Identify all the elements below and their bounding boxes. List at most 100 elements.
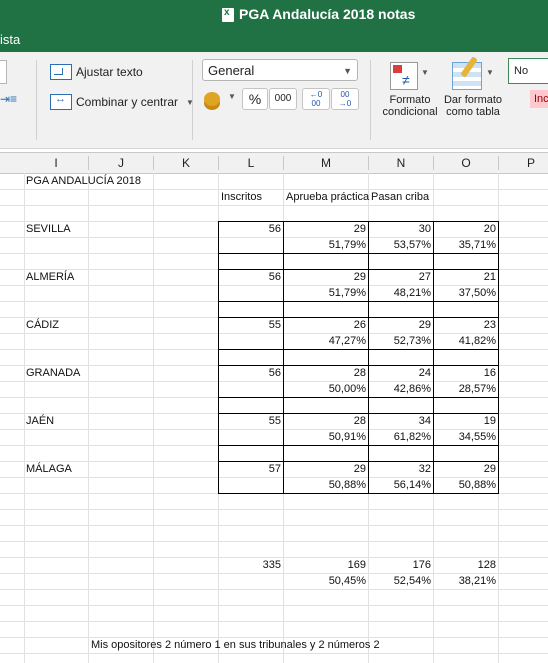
wrap-text-button[interactable]: Ajustar texto [50, 64, 143, 80]
pasan-value[interactable]: 24 [369, 365, 431, 381]
col-o-pct[interactable]: 35,71% [434, 237, 496, 253]
note-cell[interactable]: Mis opositores 2 número 1 en sus tribuna… [91, 637, 380, 653]
col-o-value[interactable]: 20 [434, 221, 496, 237]
pasan-pct[interactable]: 56,14% [369, 477, 431, 493]
block-inner-border [368, 221, 369, 494]
pasan-pct[interactable]: 48,21% [369, 285, 431, 301]
province-name[interactable]: SEVILLA [26, 221, 71, 237]
col-o-pct[interactable]: 28,57% [434, 381, 496, 397]
aprueba-pct[interactable]: 51,79% [284, 285, 366, 301]
chevron-down-icon[interactable]: ▼ [486, 68, 494, 77]
pasan-value[interactable]: 30 [369, 221, 431, 237]
aprueba-pct[interactable]: 50,91% [284, 429, 366, 445]
ribbon-separator [192, 60, 193, 140]
col-o-value[interactable]: 29 [434, 461, 496, 477]
pasan-pct[interactable]: 42,86% [369, 381, 431, 397]
sheet-title-cell[interactable]: PGA ANDALUCÍA 2018 [26, 173, 141, 189]
total-col-o-pct[interactable]: 38,21% [434, 573, 496, 589]
aprueba-value[interactable]: 26 [284, 317, 366, 333]
col-o-value[interactable]: 23 [434, 317, 496, 333]
pasan-value[interactable]: 27 [369, 269, 431, 285]
inscritos-value[interactable]: 56 [219, 221, 281, 237]
total-inscritos[interactable]: 335 [219, 557, 281, 573]
spacer-border [218, 397, 499, 414]
column-header-n[interactable]: N [369, 153, 433, 173]
province-name[interactable]: ALMERÍA [26, 269, 74, 285]
accounting-format-icon[interactable] [204, 92, 220, 106]
pasan-value[interactable]: 34 [369, 413, 431, 429]
col-o-value[interactable]: 21 [434, 269, 496, 285]
conditional-formatting-icon[interactable] [390, 62, 418, 90]
column-header-p[interactable]: P [499, 153, 548, 173]
header-pasan[interactable]: Pasan criba [371, 189, 429, 205]
province-name[interactable]: CÁDIZ [26, 317, 59, 333]
total-pasan-pct[interactable]: 52,54% [369, 573, 431, 589]
inscritos-value[interactable]: 55 [219, 413, 281, 429]
total-col-o[interactable]: 128 [434, 557, 496, 573]
col-o-pct[interactable]: 37,50% [434, 285, 496, 301]
spacer-border [218, 253, 499, 270]
chevron-down-icon[interactable]: ▼ [228, 92, 236, 101]
aprueba-pct[interactable]: 50,00% [284, 381, 366, 397]
province-name[interactable]: JAÉN [26, 413, 54, 429]
ribbon-separator [36, 60, 37, 140]
aprueba-pct[interactable]: 47,27% [284, 333, 366, 349]
spacer-border [218, 301, 499, 318]
col-o-pct[interactable]: 34,55% [434, 429, 496, 445]
aprueba-pct[interactable]: 50,88% [284, 477, 366, 493]
col-o-pct[interactable]: 50,88% [434, 477, 496, 493]
aprueba-value[interactable]: 29 [284, 461, 366, 477]
pasan-value[interactable]: 32 [369, 461, 431, 477]
inscritos-value[interactable]: 56 [219, 365, 281, 381]
inscritos-value[interactable]: 57 [219, 461, 281, 477]
cell-style-normal[interactable]: No [508, 58, 548, 84]
province-name[interactable]: GRANADA [26, 365, 80, 381]
province-name[interactable]: MÁLAGA [26, 461, 72, 477]
indent-increase-icon[interactable]: ⇥≡ [0, 92, 17, 106]
gridline [0, 189, 548, 190]
percent-style-button[interactable]: % [242, 88, 268, 110]
format-as-table-button[interactable]: Dar formato como tabla [440, 94, 506, 118]
total-aprueba[interactable]: 169 [284, 557, 366, 573]
gridline [0, 653, 548, 654]
number-format-select[interactable]: General ▼ [202, 59, 358, 81]
pasan-pct[interactable]: 61,82% [369, 429, 431, 445]
aprueba-value[interactable]: 28 [284, 413, 366, 429]
wrap-text-icon [50, 64, 72, 80]
sheet-grid[interactable]: PGA ANDALUCÍA 2018 Inscritos Aprueba prá… [0, 173, 548, 663]
decrease-decimal-button[interactable]: 00 →0 [331, 88, 359, 110]
total-aprueba-pct[interactable]: 50,45% [284, 573, 366, 589]
merge-center-button[interactable]: Combinar y centrar ▼ [50, 93, 194, 110]
tab-vista[interactable]: ista [0, 32, 20, 47]
pasan-pct[interactable]: 53,57% [369, 237, 431, 253]
increase-decimal-button[interactable]: ←0 00 [302, 88, 330, 110]
aprueba-pct[interactable]: 51,79% [284, 237, 366, 253]
conditional-formatting-button[interactable]: Formato condicional [378, 94, 442, 118]
col-o-value[interactable]: 19 [434, 413, 496, 429]
col-o-pct[interactable]: 41,82% [434, 333, 496, 349]
inscritos-value[interactable]: 56 [219, 269, 281, 285]
pasan-pct[interactable]: 52,73% [369, 333, 431, 349]
total-pasan[interactable]: 176 [369, 557, 431, 573]
comma-style-button[interactable]: 000 [269, 88, 297, 110]
column-header-i[interactable]: I [24, 153, 88, 173]
column-header-o[interactable]: O [434, 153, 498, 173]
col-o-value[interactable]: 16 [434, 365, 496, 381]
column-header-m[interactable]: M [284, 153, 368, 173]
column-header-j[interactable]: J [89, 153, 153, 173]
font-size-field-fragment[interactable] [0, 60, 7, 84]
conditional-formatting-label-2: condicional [382, 106, 438, 118]
pasan-value[interactable]: 29 [369, 317, 431, 333]
aprueba-value[interactable]: 28 [284, 365, 366, 381]
aprueba-value[interactable]: 29 [284, 269, 366, 285]
chevron-down-icon[interactable]: ▼ [421, 68, 429, 77]
column-header-k[interactable]: K [154, 153, 218, 173]
merge-center-icon [50, 93, 72, 110]
header-aprueba[interactable]: Aprueba práctica [286, 189, 369, 205]
header-inscritos[interactable]: Inscritos [221, 189, 262, 205]
cell-style-bad[interactable]: Inc [530, 90, 548, 108]
column-header-l[interactable]: L [219, 153, 283, 173]
aprueba-value[interactable]: 29 [284, 221, 366, 237]
block-inner-border [283, 221, 284, 494]
inscritos-value[interactable]: 55 [219, 317, 281, 333]
